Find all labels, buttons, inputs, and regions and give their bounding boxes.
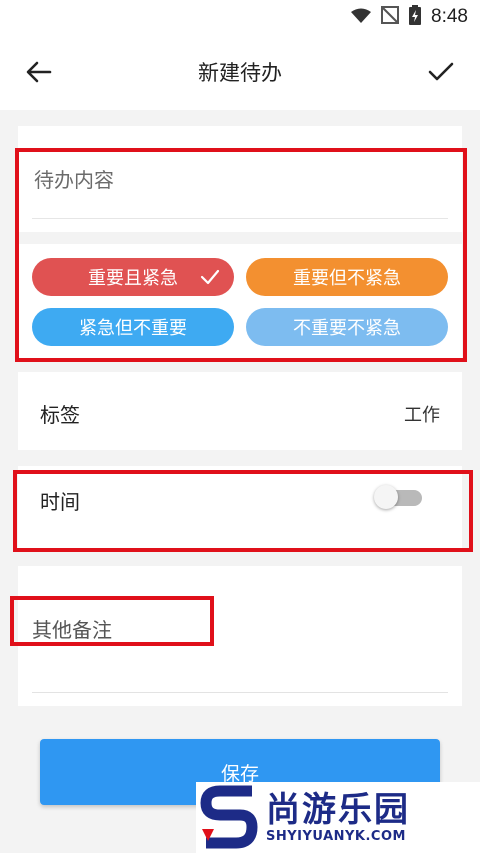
watermark-en: SHYIYUANYK.COM bbox=[266, 829, 406, 844]
watermark: 尚游乐园 SHYIYUANYK.COM bbox=[196, 782, 480, 853]
wifi-icon bbox=[351, 5, 372, 29]
page-title: 新建待办 bbox=[198, 61, 282, 85]
highlight-box-time bbox=[13, 470, 473, 552]
status-time: 8:48 bbox=[431, 6, 468, 27]
highlight-box-todo-priority bbox=[15, 148, 467, 362]
status-bar: 8:48 bbox=[0, 0, 480, 34]
watermark-text: 尚游乐园 SHYIYUANYK.COM bbox=[266, 791, 410, 844]
watermark-cn: 尚游乐园 bbox=[266, 790, 410, 830]
check-icon bbox=[428, 62, 454, 81]
battery-icon bbox=[409, 4, 422, 30]
highlight-box-notes bbox=[10, 596, 214, 646]
notes-underline bbox=[32, 692, 448, 693]
tag-row[interactable]: 标签 工作 bbox=[18, 372, 462, 450]
arrow-left-icon bbox=[26, 61, 52, 83]
screen: 8:48 新建待办 待办内容 重要且紧急 重要但不紧急 紧急但不重要 不重要不紧… bbox=[0, 0, 480, 853]
confirm-button[interactable] bbox=[424, 55, 458, 89]
back-button[interactable] bbox=[22, 55, 56, 89]
app-bar: 新建待办 bbox=[0, 34, 480, 110]
watermark-logo-icon bbox=[196, 782, 266, 853]
signal-off-icon bbox=[381, 5, 400, 29]
tag-label: 标签 bbox=[40, 403, 80, 427]
tag-value: 工作 bbox=[404, 405, 440, 426]
